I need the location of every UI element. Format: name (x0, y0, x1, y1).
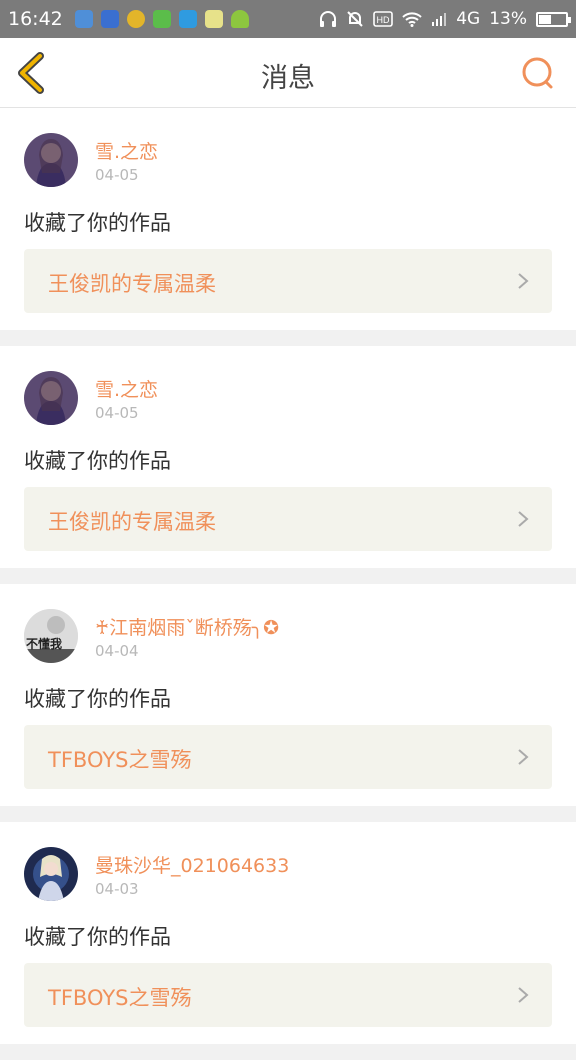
message-date: 04-04 (95, 642, 139, 660)
work-link[interactable]: TFBOYS之雪殇 (24, 725, 552, 789)
game-icon (126, 10, 145, 28)
chevron-right-icon (518, 273, 529, 289)
baidu-icon (100, 10, 119, 28)
avatar-text: 不懂我 (26, 636, 62, 651)
action-text: 收藏了你的作品 (24, 449, 171, 473)
user-avatar[interactable] (24, 847, 78, 901)
message-date: 04-03 (95, 880, 139, 898)
action-text: 收藏了你的作品 (24, 925, 171, 949)
hd-icon: HD (373, 11, 394, 27)
action-text: 收藏了你的作品 (24, 687, 171, 711)
scan-icon (178, 10, 197, 28)
battery-icon (536, 11, 571, 27)
status-bar: 16:42 HD 4G 13% (0, 0, 576, 38)
page-title: 消息 (261, 63, 315, 94)
mute-bell-icon (346, 10, 364, 28)
work-title: TFBOYS之雪殇 (48, 986, 192, 1010)
user-avatar[interactable]: 不懂我 (24, 609, 78, 663)
user-avatar[interactable] (24, 133, 78, 187)
username[interactable]: 雪.之恋 (95, 375, 158, 402)
app-header: 消息 (0, 38, 576, 108)
android-icon (230, 10, 249, 28)
work-link[interactable]: TFBOYS之雪殇 (24, 963, 552, 1027)
work-link[interactable]: 王俊凯的专属温柔 (24, 487, 552, 551)
user-avatar[interactable] (24, 371, 78, 425)
chevron-right-icon (518, 511, 529, 527)
message-card: 雪.之恋 04-05 收藏了你的作品 王俊凯的专属温柔 (0, 346, 576, 568)
work-title: 王俊凯的专属温柔 (48, 272, 216, 296)
message-date: 04-05 (95, 404, 139, 422)
store-icon (152, 10, 171, 28)
svg-text:HD: HD (377, 15, 390, 25)
message-date: 04-05 (95, 166, 139, 184)
action-text: 收藏了你的作品 (24, 211, 171, 235)
face-app-icon (204, 10, 223, 28)
search-button[interactable] (520, 55, 556, 91)
headphones-icon (319, 10, 337, 28)
battery-percent: 13% (489, 9, 527, 29)
wifi-icon (402, 11, 422, 27)
work-link[interactable]: 王俊凯的专属温柔 (24, 249, 552, 313)
message-list: 雪.之恋 04-05 收藏了你的作品 王俊凯的专属温柔 雪.之恋 04-05 收… (0, 108, 576, 1060)
work-title: TFBOYS之雪殇 (48, 748, 192, 772)
username[interactable]: 雪.之恋 (95, 137, 158, 164)
search-icon (522, 57, 553, 89)
username[interactable]: ♰江南烟雨ˇ断桥殇╮✪ (95, 613, 279, 640)
username[interactable]: 曼珠沙华_021064633 (95, 851, 289, 878)
network-type: 4G (456, 9, 481, 29)
message-card: 曼珠沙华_021064633 04-03 收藏了你的作品 TFBOYS之雪殇 (0, 822, 576, 1044)
chevron-right-icon (518, 987, 529, 1003)
status-right: HD 4G 13% (319, 9, 571, 29)
signal-icon (431, 11, 447, 27)
work-title: 王俊凯的专属温柔 (48, 510, 216, 534)
status-left: 16:42 (8, 8, 249, 30)
lock-app-icon (74, 10, 93, 28)
status-time: 16:42 (8, 8, 63, 30)
message-card: 雪.之恋 04-05 收藏了你的作品 王俊凯的专属温柔 (0, 108, 576, 330)
message-card: 不懂我 ♰江南烟雨ˇ断桥殇╮✪ 04-04 收藏了你的作品 TFBOYS之雪殇 (0, 584, 576, 806)
chevron-right-icon (518, 749, 529, 765)
